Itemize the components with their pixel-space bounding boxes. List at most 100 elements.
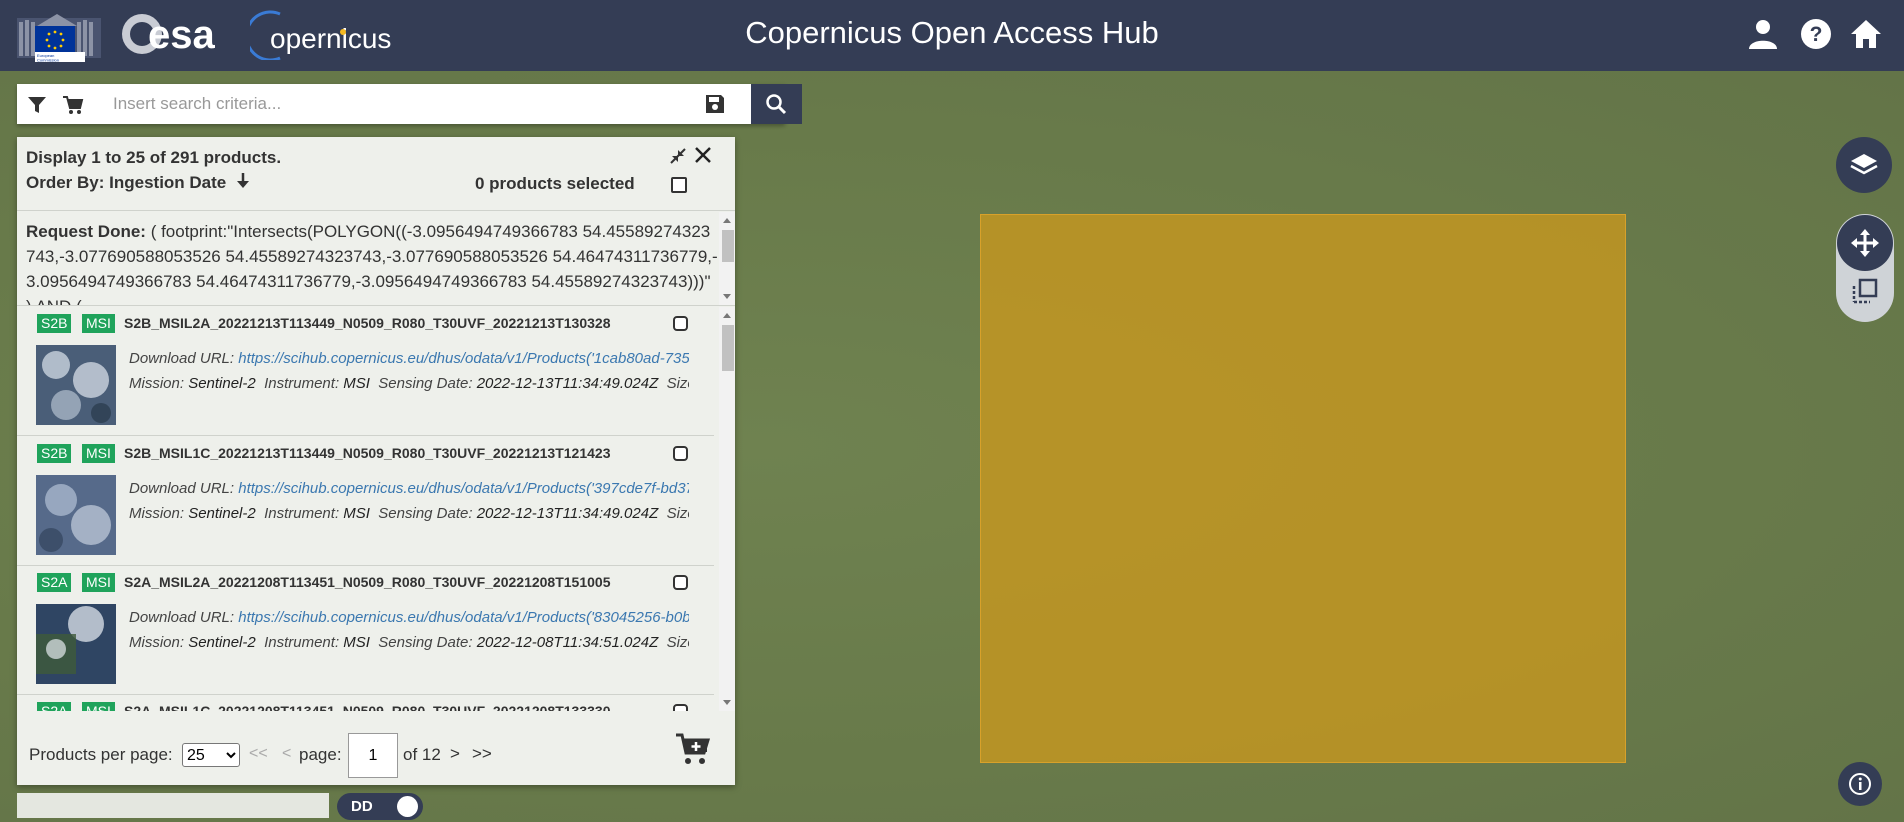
- download-url-link[interactable]: https://scihub.copernicus.eu/dhus/odata/…: [238, 609, 689, 626]
- compress-icon[interactable]: [669, 147, 687, 165]
- product-thumbnail[interactable]: [36, 345, 116, 425]
- instrument-label: Instrument:: [264, 505, 340, 522]
- scroll-up-arrow[interactable]: [723, 218, 731, 223]
- instrument-value: MSI: [343, 505, 370, 522]
- page-number-input[interactable]: [348, 733, 398, 778]
- instrument-badge: MSI: [82, 573, 115, 592]
- selected-count: 0 products selected: [475, 174, 635, 193]
- product-checkbox[interactable]: [673, 575, 688, 590]
- download-url-label: Download URL:: [129, 480, 235, 497]
- layers-icon: [1850, 154, 1878, 175]
- list-scrollbar[interactable]: [719, 307, 735, 711]
- cart-icon[interactable]: [62, 94, 84, 116]
- search-input[interactable]: [113, 90, 693, 118]
- product-thumbnail[interactable]: [36, 475, 116, 555]
- request-query: Request Done: ( footprint:"Intersects(PO…: [26, 219, 718, 305]
- next-page-button[interactable]: >: [450, 744, 460, 764]
- product-details-line: Mission: Sentinel-2 Instrument: MSI Sens…: [129, 634, 689, 651]
- product-thumbnail[interactable]: [36, 604, 116, 684]
- mission-value: Sentinel-2: [188, 505, 256, 522]
- product-checkbox[interactable]: [673, 446, 688, 461]
- instrument-badge: MSI: [82, 702, 115, 711]
- download-url-link[interactable]: https://scihub.copernicus.eu/dhus/odata/…: [238, 350, 689, 367]
- select-all-checkbox[interactable]: [671, 177, 687, 193]
- results-header: Display 1 to 25 of 291 products. Order B…: [17, 137, 735, 211]
- mission-value: Sentinel-2: [188, 375, 256, 392]
- search-icon: [766, 94, 787, 115]
- download-url-line: Download URL: https://scihub.copernicus.…: [129, 350, 689, 367]
- scroll-down-arrow[interactable]: [723, 294, 731, 299]
- save-icon[interactable]: [704, 93, 726, 115]
- prev-page-button[interactable]: <: [282, 745, 291, 763]
- per-page-select[interactable]: 25: [182, 743, 240, 767]
- instrument-label: Instrument:: [264, 634, 340, 651]
- layers-button[interactable]: [1836, 137, 1892, 193]
- instrument-label: Instrument:: [264, 375, 340, 392]
- product-name[interactable]: S2A_MSIL1C_20221208T113451_N0509_R080_T3…: [124, 703, 610, 711]
- page-title: Copernicus Open Access Hub: [745, 15, 1159, 50]
- download-url-line: Download URL: https://scihub.copernicus.…: [129, 609, 689, 626]
- add-to-cart-icon[interactable]: [675, 731, 711, 767]
- first-page-button[interactable]: <<: [249, 745, 268, 763]
- product-details-line: Mission: Sentinel-2 Instrument: MSI Sens…: [129, 505, 689, 522]
- scroll-down-arrow[interactable]: [723, 700, 731, 705]
- product-checkbox[interactable]: [673, 316, 688, 331]
- svg-text:?: ?: [1810, 23, 1823, 46]
- search-button[interactable]: [751, 84, 802, 124]
- download-url-label: Download URL:: [129, 609, 235, 626]
- product-list: S2B MSI S2B_MSIL2A_20221213T113449_N0509…: [17, 307, 735, 711]
- user-icon[interactable]: [1745, 16, 1781, 52]
- scroll-thumb[interactable]: [722, 230, 734, 262]
- instrument-badge: MSI: [82, 314, 115, 333]
- toggle-knob: [397, 796, 418, 817]
- product-name[interactable]: S2B_MSIL1C_20221213T113449_N0509_R080_T3…: [124, 445, 610, 461]
- info-button[interactable]: [1838, 762, 1882, 806]
- instrument-value: MSI: [343, 634, 370, 651]
- info-icon: [1849, 773, 1871, 795]
- product-item[interactable]: S2A MSI S2A_MSIL2A_20221208T113451_N0509…: [17, 566, 714, 695]
- filter-icon[interactable]: [26, 94, 48, 116]
- sensing-date-value: 2022-12-08T11:34:51.024Z: [476, 634, 659, 651]
- size-label: Size:: [666, 634, 689, 651]
- product-checkbox[interactable]: [673, 704, 688, 711]
- mission-label: Mission:: [129, 634, 185, 651]
- satellite-badge: S2A: [37, 573, 72, 592]
- instrument-value: MSI: [343, 375, 370, 392]
- satellite-badge: S2B: [37, 314, 72, 333]
- instrument-badge: MSI: [82, 444, 115, 463]
- area-of-interest-polygon[interactable]: [980, 214, 1626, 763]
- coordinate-format-label: DD: [351, 798, 373, 815]
- pan-tool-button[interactable]: [1837, 215, 1893, 271]
- product-item[interactable]: S2B MSI S2B_MSIL2A_20221213T113449_N0509…: [17, 307, 714, 436]
- request-query-box: Request Done: ( footprint:"Intersects(PO…: [17, 212, 735, 306]
- size-label: Size:: [666, 375, 689, 392]
- pagination-bar: Products per page: 25 << < page: of 12 >…: [17, 723, 735, 785]
- select-area-icon[interactable]: [1851, 277, 1879, 305]
- sensing-date-value: 2022-12-13T11:34:49.024Z: [476, 505, 659, 522]
- satellite-badge: S2A: [37, 702, 72, 711]
- product-item[interactable]: S2B MSI S2B_MSIL1C_20221213T113449_N0509…: [17, 437, 714, 566]
- product-item[interactable]: S2A MSI S2A_MSIL1C_20221208T113451_N0509…: [17, 695, 714, 711]
- last-page-button[interactable]: >>: [472, 744, 492, 764]
- results-count: Display 1 to 25 of 291 products.: [26, 148, 282, 167]
- close-icon[interactable]: [692, 144, 714, 166]
- mission-label: Mission:: [129, 505, 185, 522]
- download-url-link[interactable]: https://scihub.copernicus.eu/dhus/odata/…: [238, 480, 689, 497]
- mission-value: Sentinel-2: [188, 634, 256, 651]
- order-by-selector[interactable]: Order By: Ingestion Date: [26, 172, 249, 193]
- product-name[interactable]: S2B_MSIL2A_20221213T113449_N0509_R080_T3…: [124, 315, 610, 331]
- sensing-date-label: Sensing Date:: [378, 505, 473, 522]
- request-scrollbar[interactable]: [719, 212, 735, 305]
- sort-descending-icon[interactable]: [237, 172, 249, 188]
- request-label: Request Done:: [26, 222, 146, 241]
- product-name[interactable]: S2A_MSIL2A_20221208T113451_N0509_R080_T3…: [124, 574, 610, 590]
- download-url-line: Download URL: https://scihub.copernicus.…: [129, 480, 689, 497]
- home-icon[interactable]: [1848, 16, 1884, 52]
- app-header: European Commission esa opernicus Copern…: [0, 0, 1904, 71]
- coordinate-format-toggle[interactable]: DD: [337, 793, 423, 820]
- scroll-thumb[interactable]: [722, 325, 734, 371]
- svg-text:Commission: Commission: [37, 58, 59, 63]
- help-icon[interactable]: ?: [1798, 16, 1834, 52]
- order-by-label: Order By: Ingestion Date: [26, 173, 227, 192]
- scroll-up-arrow[interactable]: [723, 313, 731, 318]
